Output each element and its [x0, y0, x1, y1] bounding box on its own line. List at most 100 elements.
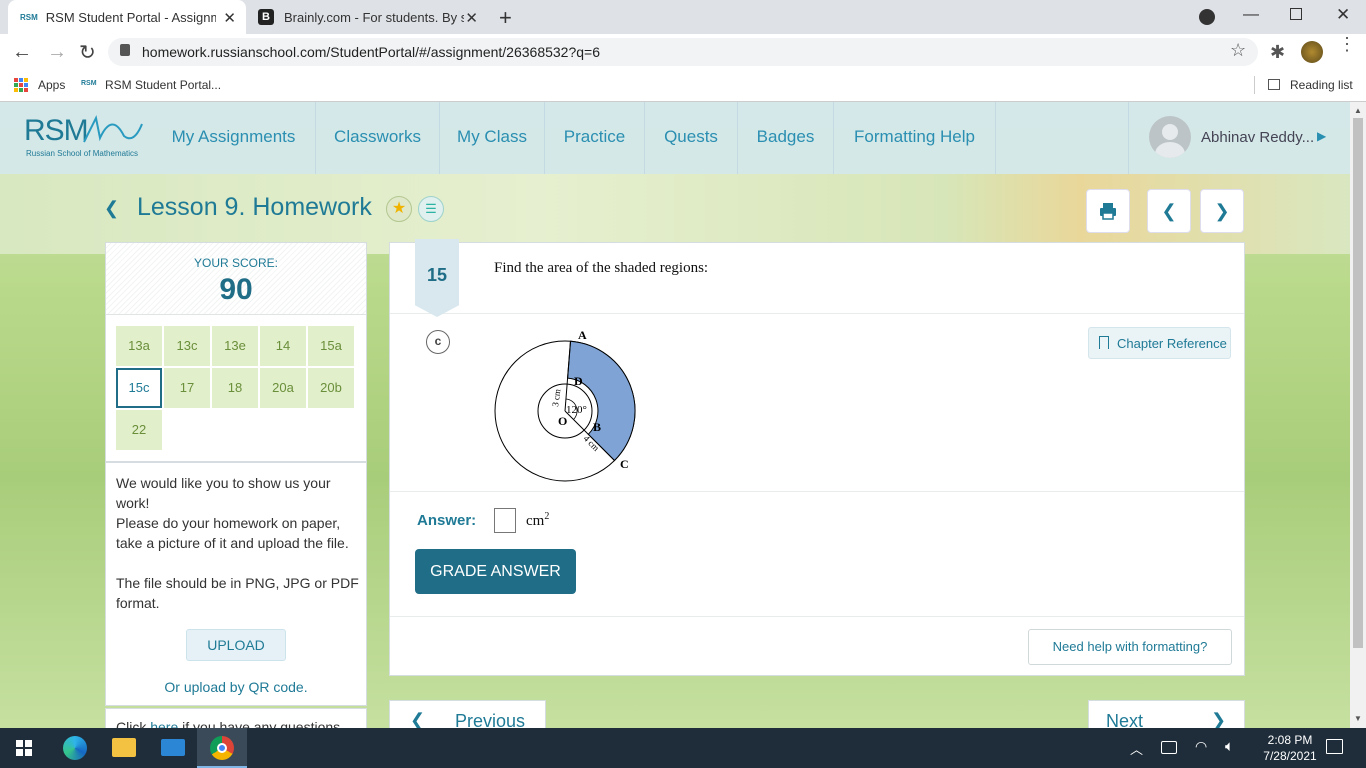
chrome-icon	[210, 736, 234, 760]
geometry-figure: A D O B C 120° 3 cm 4 cm	[494, 328, 636, 482]
chrome-taskbar-item[interactable]	[197, 728, 247, 768]
print-button[interactable]	[1086, 189, 1130, 233]
chapter-reference-button[interactable]: Chapter Reference	[1088, 327, 1231, 359]
edge-icon[interactable]	[63, 736, 87, 760]
mail-icon[interactable]	[161, 739, 185, 756]
problem-cell[interactable]: 22	[116, 410, 162, 450]
tab-brainly[interactable]: B Brainly.com - For students. By stu ✕	[248, 0, 488, 34]
menu-kebab-icon[interactable]: ⋮	[1338, 35, 1356, 53]
problem-cell[interactable]: 13a	[116, 326, 162, 366]
windows-start-icon[interactable]	[16, 740, 32, 756]
score-value: 90	[219, 273, 253, 306]
wifi-icon[interactable]: ◠	[1195, 738, 1207, 755]
nav-practice[interactable]: Practice	[545, 102, 645, 174]
page-scrollbar[interactable]: ▲ ▼	[1350, 102, 1366, 728]
logo-wave-icon	[83, 114, 143, 143]
close-window-icon[interactable]: ✕	[1336, 5, 1350, 25]
restore-icon[interactable]	[1290, 8, 1302, 20]
new-tab-icon[interactable]: +	[499, 5, 512, 31]
problem-cell[interactable]: 17	[164, 368, 210, 408]
extensions-icon[interactable]: ✱	[1270, 42, 1285, 63]
score-label: YOUR SCORE:	[193, 256, 278, 270]
clock-time: 2:08 PM	[1267, 733, 1313, 747]
book-badge-icon[interactable]: ☰	[418, 196, 444, 222]
site-nav: RSM Russian School of Mathematics My Ass…	[0, 102, 1350, 174]
question-number: 15	[426, 265, 448, 285]
bookmark-icon	[1099, 336, 1109, 349]
clock[interactable]: 2:08 PM 7/28/2021	[1262, 732, 1318, 764]
score-header: YOUR SCORE: 90	[106, 243, 366, 315]
bookmark-rsm-portal[interactable]: RSM Student Portal...	[105, 78, 221, 92]
back-icon[interactable]: ←	[12, 41, 32, 64]
reading-list[interactable]: Reading list	[1290, 78, 1353, 92]
problem-cell[interactable]: 14	[260, 326, 306, 366]
tray-chevron-icon[interactable]: ︿	[1130, 739, 1143, 758]
user-menu[interactable]: Abhinav Reddy... ▶	[1128, 102, 1350, 174]
tab-search-icon[interactable]	[1199, 9, 1215, 25]
problem-cell[interactable]: 15a	[308, 326, 354, 366]
star-badge-icon[interactable]: ★	[386, 196, 412, 222]
problem-cell[interactable]: 20b	[308, 368, 354, 408]
help-link[interactable]: here	[150, 719, 178, 728]
grade-answer-button[interactable]: GRADE ANSWER	[415, 549, 576, 594]
bookmark-apps[interactable]: Apps	[38, 78, 65, 92]
chevron-left-icon: ❮	[410, 710, 426, 728]
qr-upload-link[interactable]: Or upload by QR code.	[106, 679, 366, 695]
file-explorer-icon[interactable]	[112, 738, 136, 757]
notifications-icon[interactable]	[1326, 739, 1343, 754]
problem-cell[interactable]: 13c	[164, 326, 210, 366]
nav-formatting-help[interactable]: Formatting Help	[834, 102, 996, 174]
previous-label: Previous	[455, 711, 526, 728]
separator	[1254, 76, 1255, 94]
forward-icon[interactable]: →	[47, 41, 67, 64]
tab-rsm[interactable]: RSM RSM Student Portal - Assignment ✕	[8, 0, 246, 34]
rsm-logo[interactable]: RSM Russian School of Mathematics	[24, 112, 149, 162]
formatting-help-button[interactable]: Need help with formatting?	[1028, 629, 1232, 665]
close-tab-icon[interactable]: ✕	[465, 9, 478, 27]
chevron-right-icon: ❯	[1214, 200, 1230, 221]
question-number-ribbon: 15	[415, 239, 459, 317]
next-label: Next	[1106, 711, 1144, 728]
previous-button[interactable]: ❮ Previous	[389, 700, 546, 728]
problem-cell[interactable]: 18	[212, 368, 258, 408]
address-bar[interactable]: homework.russianschool.com/StudentPortal…	[108, 38, 1258, 66]
battery-icon[interactable]	[1161, 741, 1177, 754]
volume-icon[interactable]: 🔈︎	[1225, 738, 1234, 755]
answer-label: Answer:	[417, 512, 477, 529]
chapter-reference-label: Chapter Reference	[1117, 336, 1227, 351]
lesson-title: Lesson 9. Homework	[137, 193, 372, 221]
back-chevron-icon[interactable]: ❮	[104, 198, 119, 219]
profile-avatar[interactable]	[1301, 41, 1323, 63]
minimize-icon[interactable]: —	[1243, 6, 1259, 24]
avatar	[1149, 116, 1191, 158]
printer-icon	[1100, 203, 1116, 220]
nav-classworks[interactable]: Classworks	[316, 102, 440, 174]
nav-quests[interactable]: Quests	[645, 102, 738, 174]
next-problem-button[interactable]: ❯	[1200, 189, 1244, 233]
page: RSM Russian School of Mathematics My Ass…	[0, 102, 1350, 728]
upload-text-3: The file should be in PNG, JPG or PDF fo…	[116, 575, 359, 611]
apps-grid-icon[interactable]	[14, 78, 28, 92]
nav-my-class[interactable]: My Class	[440, 102, 545, 174]
clock-date: 7/28/2021	[1263, 749, 1317, 763]
close-tab-icon[interactable]: ✕	[223, 9, 236, 27]
scroll-up-icon[interactable]: ▲	[1354, 106, 1362, 115]
scrollbar-thumb[interactable]	[1353, 118, 1363, 648]
reload-icon[interactable]: ↻	[79, 40, 96, 65]
brainly-favicon: B	[258, 9, 274, 25]
tab-title: RSM Student Portal - Assignment	[45, 9, 216, 25]
problem-cell-selected[interactable]: 15c	[116, 368, 162, 408]
scroll-down-icon[interactable]: ▼	[1354, 714, 1362, 723]
nav-badges[interactable]: Badges	[738, 102, 834, 174]
nav-my-assignments[interactable]: My Assignments	[152, 102, 316, 174]
upload-button[interactable]: UPLOAD	[186, 629, 286, 661]
score-panel: YOUR SCORE: 90 13a 13c 13e 14 15a 15c 17 18 20a 2…	[105, 242, 367, 462]
prev-problem-button[interactable]: ❮	[1147, 189, 1191, 233]
bookmark-star-icon[interactable]: ☆	[1230, 40, 1246, 61]
problem-cell[interactable]: 13e	[212, 326, 258, 366]
answer-input[interactable]	[494, 508, 516, 533]
next-button[interactable]: Next ❯	[1088, 700, 1245, 728]
help-prefix: Click	[116, 719, 151, 728]
problem-cell[interactable]: 20a	[260, 368, 306, 408]
label-d: D	[574, 374, 583, 388]
